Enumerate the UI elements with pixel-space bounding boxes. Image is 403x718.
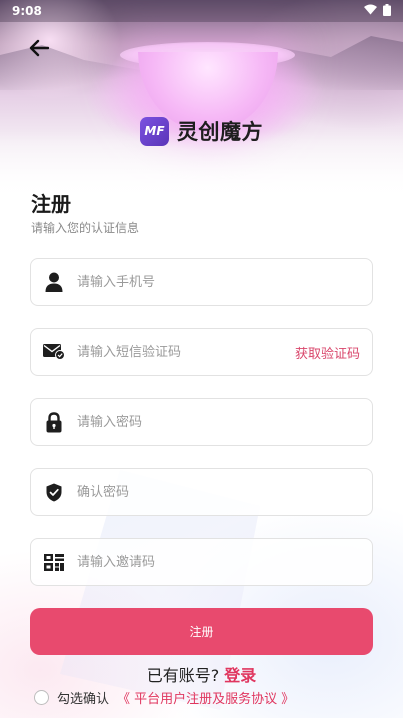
page-title: 注册 [31,192,71,216]
status-time: 9:08 [12,4,42,18]
hero-banner [0,0,403,200]
login-row: 已有账号? 登录 [0,662,403,686]
page-subtitle: 请输入您的认证信息 [31,221,140,235]
arrow-left-icon [29,39,50,61]
agree-prefix: 勾选确认 [57,692,110,707]
agreement-row: 勾选确认 《 平台用户注册及服务协议 》 [34,688,294,707]
register-screen: 9:08 MF 灵创魔方 注册 请输入您的认证信息 请输入手机号 请输入短信验证… [0,0,403,718]
register-button[interactable]: 注册 [30,608,373,655]
agreement-link[interactable]: 《 平台用户注册及服务协议 》 [117,688,294,707]
battery-icon [383,3,391,19]
invite-code-input[interactable] [77,539,372,585]
phone-input[interactable] [77,259,372,305]
shield-icon [31,469,77,515]
confirm-password-field [30,468,373,516]
confirm-password-input[interactable] [77,469,372,515]
agree-checkbox[interactable] [34,690,49,705]
status-icons [364,3,391,19]
phone-field [30,258,373,306]
user-icon [31,259,77,305]
app-logo: MF 灵创魔方 [140,116,263,146]
back-button[interactable] [26,38,52,62]
password-field [30,398,373,446]
status-bar: 9:08 [0,0,403,22]
logo-text: 灵创魔方 [177,120,263,144]
get-code-button[interactable]: 获取验证码 [287,343,372,362]
sms-code-input[interactable] [77,329,287,375]
wifi-icon [364,4,377,18]
login-prompt: 已有账号? [146,666,220,685]
mountain-left-decoration [0,45,140,90]
password-input[interactable] [77,399,372,445]
lock-icon [31,399,77,445]
invite-code-field [30,538,373,586]
logo-badge: MF [140,116,169,146]
mail-icon [31,329,77,375]
login-link[interactable]: 登录 [224,666,256,685]
sms-code-field: 获取验证码 [30,328,373,376]
qr-code-icon [31,539,77,585]
